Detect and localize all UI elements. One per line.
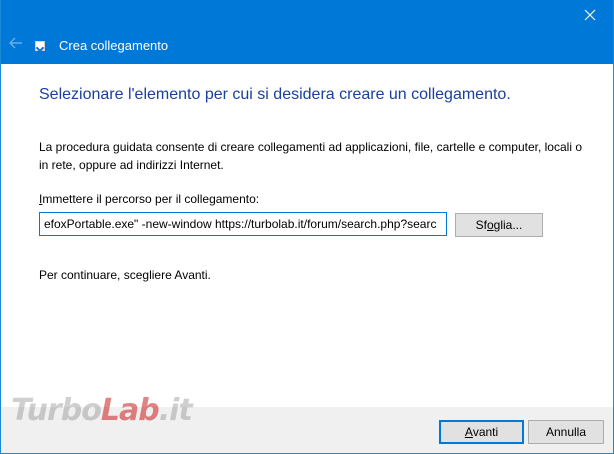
- back-arrow-icon: [9, 37, 22, 49]
- cancel-button[interactable]: Annulla: [528, 420, 604, 444]
- wizard-description: La procedura guidata consente di creare …: [39, 140, 582, 172]
- create-shortcut-window: Crea collegamento Selezionare l'elemento…: [0, 0, 614, 454]
- next-label: vanti: [472, 425, 499, 439]
- path-input[interactable]: efoxPortable.exe" -new-window https://tu…: [39, 212, 447, 236]
- browse-button[interactable]: Sf o glia...: [455, 213, 543, 237]
- next-button[interactable]: Avanti: [439, 420, 524, 444]
- window-title: Crea collegamento: [59, 38, 169, 53]
- browse-label-suffix: glia...: [493, 218, 523, 232]
- shortcut-icon: [35, 41, 45, 51]
- title-bar[interactable]: Crea collegamento: [1, 0, 613, 64]
- wizard-content: Selezionare l'elemento per cui si deside…: [1, 64, 613, 407]
- close-icon: [584, 9, 596, 21]
- continue-instruction: Per continuare, scegliere Avanti.: [39, 268, 211, 282]
- next-access-key: A: [464, 425, 473, 439]
- close-button[interactable]: [567, 0, 613, 30]
- back-button[interactable]: [5, 32, 27, 54]
- browse-label-prefix: Sf: [475, 218, 487, 232]
- path-label: Immettere il percorso per il collegament…: [39, 192, 259, 206]
- page-heading: Selezionare l'elemento per cui si deside…: [39, 86, 511, 103]
- path-label-text: mmettere il percorso per il collegamento…: [42, 192, 260, 206]
- browse-access-key: o: [486, 218, 494, 232]
